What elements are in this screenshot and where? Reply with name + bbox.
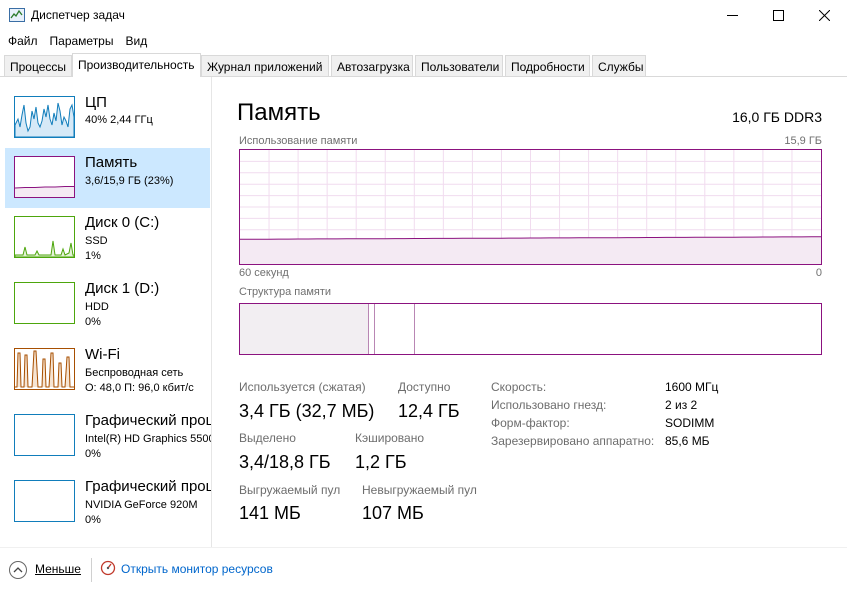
sidebar-item-value: 0% — [85, 448, 101, 460]
task-manager-icon — [9, 8, 25, 22]
committed-value: 3,4/18,8 ГБ — [239, 452, 331, 472]
speed-label: Скорость: — [491, 380, 547, 394]
paged-pool-label: Выгружаемый пул — [239, 483, 341, 497]
memory-usage-graph — [239, 149, 822, 265]
sidebar-item-name: Память — [85, 154, 138, 171]
memory-usage-chart — [240, 150, 821, 264]
graph-time-right: 0 — [815, 267, 822, 279]
usage-graph-label: Использование памяти — [239, 135, 358, 147]
memory-structure-bar[interactable] — [239, 303, 822, 355]
sidebar-item-gpu0[interactable]: Графический процессор 0 Intel(R) HD Grap… — [5, 406, 212, 466]
memory-details-panel: Память 16,0 ГБ DDR3 Использование памяти… — [213, 77, 847, 547]
nonpaged-pool-label: Невыгружаемый пул — [362, 483, 477, 497]
nonpaged-pool-value: 107 МБ — [362, 503, 424, 523]
sidebar-item-detail: Intel(R) HD Graphics 5500 — [85, 433, 212, 445]
sidebar-item-detail: HDD — [85, 301, 109, 313]
hardware-reserved-value: 85,6 МБ — [665, 434, 710, 448]
close-button[interactable] — [801, 0, 847, 31]
disk1-graph-icon — [14, 282, 75, 324]
paged-pool-value: 141 МБ — [239, 503, 301, 523]
tab-app-history[interactable]: Журнал приложений — [201, 55, 329, 76]
hardware-reserved-label: Зарезервировано аппаратно: — [491, 434, 655, 448]
sidebar-item-value: 0% — [85, 514, 101, 526]
sidebar-item-memory[interactable]: Память 3,6/15,9 ГБ (23%) — [5, 148, 210, 208]
sidebar-item-detail: SSD — [85, 235, 108, 247]
menu-bar: Файл Параметры Вид — [0, 31, 847, 52]
sidebar-item-name: ЦП — [85, 94, 107, 111]
sidebar-item-name: Wi-Fi — [85, 346, 120, 363]
available-label: Доступно — [398, 380, 451, 394]
footer-divider — [91, 558, 92, 582]
sidebar-item-wifi[interactable]: Wi-Fi Беспроводная сеть О: 48,0 П: 96,0 … — [5, 340, 210, 400]
title-bar: Диспетчер задач — [0, 0, 847, 31]
in-use-value: 3,4 ГБ (32,7 МБ) — [239, 401, 375, 421]
committed-label: Выделено — [239, 431, 296, 445]
gpu0-graph-icon — [14, 414, 75, 456]
structure-standby-segment[interactable] — [374, 304, 415, 354]
sidebar-item-detail: 3,6/15,9 ГБ (23%) — [85, 175, 174, 187]
menu-options[interactable]: Параметры — [44, 31, 120, 52]
structure-in-use-segment[interactable] — [240, 304, 368, 354]
window-title: Диспетчер задач — [31, 8, 125, 22]
footer: Меньше Открыть монитор ресурсов — [0, 547, 847, 593]
sidebar-item-detail: Беспроводная сеть — [85, 367, 184, 379]
graph-time-left: 60 секунд — [239, 267, 289, 279]
tab-users[interactable]: Пользователи — [415, 55, 503, 76]
tab-startup[interactable]: Автозагрузка — [331, 55, 413, 76]
usage-graph-max: 15,9 ГБ — [784, 135, 822, 147]
open-resource-monitor-link[interactable]: Открыть монитор ресурсов — [121, 562, 273, 576]
sidebar-item-name: Графический процессор 1 — [85, 478, 212, 495]
slots-label: Использовано гнезд: — [491, 398, 607, 412]
sidebar-item-value: 0% — [85, 316, 101, 328]
minimize-button[interactable] — [709, 0, 755, 31]
memory-spec: 16,0 ГБ DDR3 — [732, 109, 822, 125]
gpu1-graph-icon — [14, 480, 75, 522]
menu-file[interactable]: Файл — [0, 31, 44, 52]
cached-value: 1,2 ГБ — [355, 452, 407, 472]
close-icon — [818, 10, 830, 21]
slots-value: 2 из 2 — [665, 398, 698, 412]
memory-usage-area — [240, 236, 821, 264]
fewer-details-label: Меньше — [35, 562, 81, 576]
tab-details[interactable]: Подробности — [505, 55, 590, 76]
wifi-graph-icon — [14, 348, 75, 390]
maximize-button[interactable] — [755, 0, 801, 31]
disk0-graph-icon — [14, 216, 75, 258]
memory-graph-icon — [14, 156, 75, 198]
fewer-details-button[interactable] — [9, 561, 27, 579]
sidebar-item-value: О: 48,0 П: 96,0 кбит/с — [85, 382, 194, 394]
tab-services[interactable]: Службы — [592, 55, 646, 76]
cached-label: Кэшировано — [355, 431, 425, 445]
form-factor-label: Форм-фактор: — [491, 416, 570, 430]
fewer-details-link[interactable]: Меньше — [35, 562, 81, 576]
sidebar-item-detail: 40% 2,44 ГГц — [85, 114, 153, 126]
in-use-label: Используется (сжатая) — [239, 380, 366, 394]
available-value: 12,4 ГБ — [398, 401, 460, 421]
structure-label: Структура памяти — [239, 286, 332, 298]
resource-list: ЦП 40% 2,44 ГГц Память 3,6/15,9 ГБ (23%)… — [0, 77, 212, 547]
speed-value: 1600 МГц — [665, 380, 719, 394]
page-title: Память — [237, 99, 321, 126]
minimize-icon — [726, 15, 738, 16]
resource-monitor-icon — [100, 560, 116, 576]
sidebar-item-detail: NVIDIA GeForce 920M — [85, 499, 198, 511]
form-factor-value: SODIMM — [665, 416, 715, 430]
tab-performance[interactable]: Производительность — [72, 53, 201, 77]
tab-processes[interactable]: Процессы — [4, 55, 72, 76]
sidebar-item-value: 1% — [85, 250, 101, 262]
maximize-icon — [772, 10, 784, 21]
cpu-graph-icon — [14, 96, 75, 138]
sidebar-item-cpu[interactable]: ЦП 40% 2,44 ГГц — [5, 88, 210, 148]
sidebar-item-name: Диск 0 (C:) — [85, 214, 160, 231]
tab-strip: Процессы Производительность Журнал прило… — [0, 53, 847, 77]
sidebar-item-disk1[interactable]: Диск 1 (D:) HDD 0% — [5, 274, 210, 334]
sidebar-item-name: Диск 1 (D:) — [85, 280, 160, 297]
chevron-up-icon — [13, 567, 23, 573]
sidebar-item-gpu1[interactable]: Графический процессор 1 NVIDIA GeForce 9… — [5, 472, 212, 532]
sidebar-item-disk0[interactable]: Диск 0 (C:) SSD 1% — [5, 208, 210, 268]
menu-view[interactable]: Вид — [119, 31, 153, 52]
sidebar-item-name: Графический процессор 0 — [85, 412, 212, 429]
